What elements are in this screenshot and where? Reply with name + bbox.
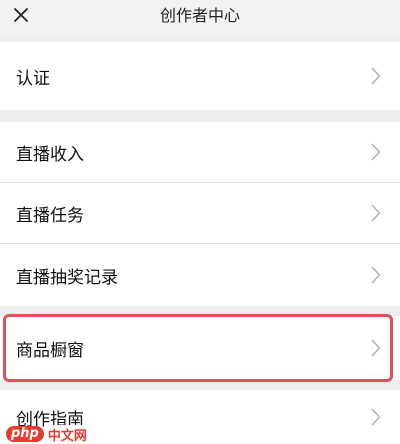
menu-item-label: 认证: [16, 68, 50, 89]
watermark: php 中文网: [6, 424, 89, 444]
watermark-text: 中文网: [45, 424, 89, 444]
section-gap: [0, 382, 400, 390]
menu-item-live-tasks[interactable]: 直播任务: [0, 183, 400, 243]
chevron-right-icon: [370, 203, 382, 223]
menu-item-label: 直播抽奖记录: [16, 267, 118, 288]
chevron-right-icon: [370, 66, 382, 86]
top-bar: 创作者中心: [0, 0, 400, 36]
chevron-right-icon: [370, 142, 382, 162]
page-title: 创作者中心: [159, 6, 240, 25]
menu-item-live-income[interactable]: 直播收入: [0, 122, 400, 182]
menu-item-label: 直播收入: [16, 144, 84, 165]
chevron-right-icon: [370, 407, 382, 427]
menu-item-verification[interactable]: 认证: [0, 42, 400, 110]
menu-item-label: 直播任务: [16, 205, 84, 226]
highlight-box: [3, 314, 393, 382]
chevron-right-icon: [370, 265, 382, 285]
menu-item-live-lottery-records[interactable]: 直播抽奖记录: [0, 244, 400, 306]
section-gap: [0, 110, 400, 122]
watermark-badge: php: [6, 426, 44, 442]
